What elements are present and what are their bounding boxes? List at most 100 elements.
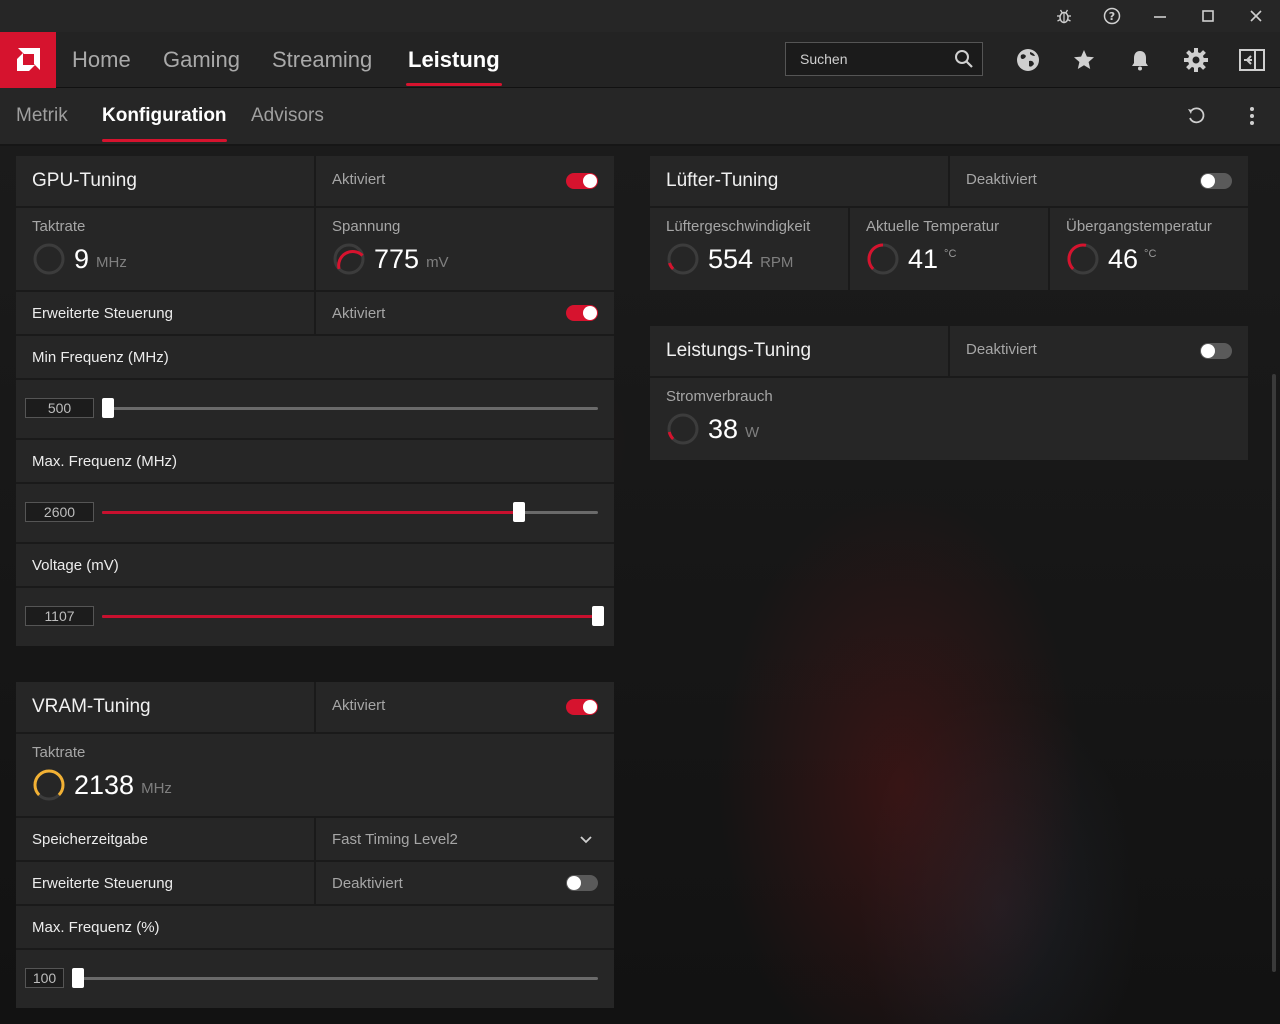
memory-timing-label: Speicherzeitgabe xyxy=(32,831,148,848)
min-freq-label: Min Frequenz (MHz) xyxy=(32,349,169,366)
fan-speed-unit: RPM xyxy=(760,253,794,271)
fan-speed-gauge-icon xyxy=(667,243,699,275)
voltage-thumb[interactable] xyxy=(592,606,604,626)
voltage-slider-label: Voltage (mV) xyxy=(32,557,119,574)
nav-leistung[interactable]: Leistung xyxy=(406,32,502,88)
vram-tuning-panel: VRAM-Tuning Aktiviert Taktrate 2138 MHz … xyxy=(16,682,614,1008)
vram-max-freq-thumb[interactable] xyxy=(72,968,84,988)
max-freq-slider-row: 2600 xyxy=(16,484,614,544)
gpu-advanced-label: Erweiterte Steuerung xyxy=(32,305,173,322)
svg-text:?: ? xyxy=(1109,10,1115,23)
power-tuning-header: Leistungs-Tuning Deaktiviert xyxy=(650,326,1248,378)
min-freq-value-box[interactable]: 500 xyxy=(25,398,94,418)
bug-icon[interactable] xyxy=(1052,4,1076,28)
search-box[interactable] xyxy=(785,42,983,76)
vram-max-freq-slider[interactable] xyxy=(72,968,598,988)
gpu-advanced-toggle[interactable] xyxy=(566,305,598,321)
memory-timing-dropdown[interactable]: Fast Timing Level2 xyxy=(314,818,614,860)
power-usage-label: Stromverbrauch xyxy=(666,388,773,405)
power-usage-gauge-icon xyxy=(667,413,699,445)
gpu-tuning-toggle[interactable] xyxy=(566,173,598,189)
vram-tuning-header: VRAM-Tuning Aktiviert xyxy=(16,682,614,734)
vram-tuning-state: Aktiviert xyxy=(332,697,386,714)
max-freq-slider[interactable] xyxy=(102,502,598,522)
maximize-icon[interactable] xyxy=(1196,4,1220,28)
power-tuning-state: Deaktiviert xyxy=(966,341,1037,358)
gpu-voltage-value: 775 xyxy=(374,243,420,274)
vram-clock-label: Taktrate xyxy=(32,744,86,761)
reset-icon[interactable] xyxy=(1184,104,1208,128)
gpu-advanced-state: Aktiviert xyxy=(332,305,386,322)
vram-max-freq-value-box[interactable]: 100 xyxy=(25,968,64,988)
gpu-advanced-row: Erweiterte Steuerung Aktiviert xyxy=(16,292,614,336)
close-icon[interactable] xyxy=(1244,4,1268,28)
fan-tuning-header: Lüfter-Tuning Deaktiviert xyxy=(650,156,1248,208)
fan-speed-label: Lüftergeschwindigkeit xyxy=(666,218,811,235)
tab-advisors[interactable]: Advisors xyxy=(251,88,324,144)
search-input[interactable] xyxy=(800,51,950,67)
fan-speed-value: 554 xyxy=(708,243,754,274)
sidebar-toggle-icon[interactable] xyxy=(1238,46,1266,74)
more-icon[interactable] xyxy=(1240,104,1264,128)
power-metrics-row: Stromverbrauch 38 W xyxy=(650,378,1248,460)
vram-advanced-state: Deaktiviert xyxy=(332,875,403,892)
junction-temp-value: 46 xyxy=(1108,243,1139,274)
min-freq-slider[interactable] xyxy=(102,398,598,418)
min-freq-thumb[interactable] xyxy=(102,398,114,418)
tab-konfiguration[interactable]: Konfiguration xyxy=(102,88,227,144)
fan-tuning-state: Deaktiviert xyxy=(966,171,1037,188)
gear-icon[interactable] xyxy=(1182,46,1210,74)
vram-clock-row: Taktrate 2138 MHz xyxy=(16,734,614,818)
current-temp-metric: Aktuelle Temperatur 41 °C xyxy=(848,208,1048,290)
power-usage-unit: W xyxy=(745,423,760,441)
gpu-tuning-header: GPU-Tuning Aktiviert xyxy=(16,156,614,208)
tab-metrik[interactable]: Metrik xyxy=(16,88,68,144)
gpu-tuning-title: GPU-Tuning xyxy=(32,170,137,191)
power-tuning-title: Leistungs-Tuning xyxy=(666,340,812,361)
fan-speed-metric: Lüftergeschwindigkeit 554 RPM xyxy=(650,208,848,290)
current-temp-gauge-icon xyxy=(867,243,899,275)
vram-advanced-row: Erweiterte Steuerung Deaktiviert xyxy=(16,862,614,906)
bell-icon[interactable] xyxy=(1126,46,1154,74)
min-freq-label-row: Min Frequenz (MHz) xyxy=(16,336,614,380)
voltage-slider-row: 1107 xyxy=(16,588,614,646)
nav-home[interactable]: Home xyxy=(72,32,131,88)
chevron-down-icon[interactable] xyxy=(578,832,594,853)
amd-logo-icon[interactable] xyxy=(0,32,56,88)
memory-timing-value: Fast Timing Level2 xyxy=(332,831,458,848)
gpu-clock-metric: Taktrate 9 MHz xyxy=(16,208,314,290)
gpu-clock-gauge-icon xyxy=(33,243,65,275)
max-freq-value-box[interactable]: 2600 xyxy=(25,502,94,522)
voltage-slider[interactable] xyxy=(102,606,604,626)
vram-advanced-toggle[interactable] xyxy=(566,875,598,891)
gpu-voltage-label: Spannung xyxy=(332,218,401,235)
power-tuning-toggle[interactable] xyxy=(1200,343,1232,359)
gpu-tuning-panel: GPU-Tuning Aktiviert Taktrate 9 MHz Span… xyxy=(16,156,614,646)
voltage-value-box[interactable]: 1107 xyxy=(25,606,94,626)
vram-tuning-toggle[interactable] xyxy=(566,699,598,715)
star-icon[interactable] xyxy=(1070,46,1098,74)
vram-advanced-label: Erweiterte Steuerung xyxy=(32,875,173,892)
title-bar: ? xyxy=(0,0,1280,32)
vram-max-freq-label: Max. Frequenz (%) xyxy=(32,919,160,936)
vram-clock-gauge-icon xyxy=(33,769,65,801)
power-usage-metric: Stromverbrauch 38 W xyxy=(650,378,1248,460)
search-icon[interactable] xyxy=(954,49,974,69)
minimize-icon[interactable] xyxy=(1148,4,1172,28)
help-icon[interactable]: ? xyxy=(1100,4,1124,28)
fan-tuning-toggle[interactable] xyxy=(1200,173,1232,189)
main-nav: Home Gaming Streaming Leistung xyxy=(0,32,1280,88)
globe-icon[interactable] xyxy=(1014,46,1042,74)
gpu-voltage-gauge-icon xyxy=(333,243,365,275)
fan-tuning-title: Lüfter-Tuning xyxy=(666,170,779,191)
gpu-clock-value: 9 xyxy=(74,243,90,274)
scrollbar[interactable] xyxy=(1272,374,1276,972)
gpu-voltage-metric: Spannung 775 mV xyxy=(314,208,614,290)
max-freq-thumb[interactable] xyxy=(512,502,525,522)
gpu-metrics-row: Taktrate 9 MHz Spannung 775 mV xyxy=(16,208,614,292)
nav-gaming[interactable]: Gaming xyxy=(163,32,240,88)
min-freq-slider-row: 500 xyxy=(16,380,614,440)
nav-streaming[interactable]: Streaming xyxy=(272,32,372,88)
fan-tuning-panel: Lüfter-Tuning Deaktiviert Lüftergeschwin… xyxy=(650,156,1248,290)
fan-metrics-row: Lüftergeschwindigkeit 554 RPM Aktuelle T… xyxy=(650,208,1248,290)
